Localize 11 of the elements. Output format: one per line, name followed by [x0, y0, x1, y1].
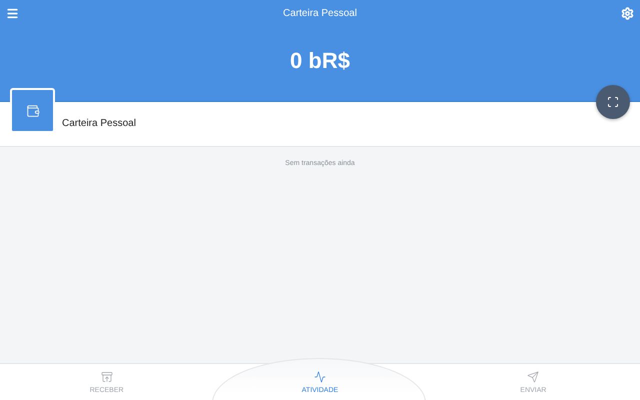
- inbox-icon: [100, 370, 113, 382]
- wallet-balance: 0 bR$: [290, 48, 350, 74]
- header-title: Carteira Pessoal: [283, 8, 357, 18]
- scan-icon: [607, 96, 619, 108]
- menu-icon: [6, 6, 19, 20]
- wallet-name: Carteira Pessoal: [62, 118, 136, 128]
- settings-button[interactable]: [620, 6, 634, 20]
- paper-plane-icon: [527, 370, 540, 382]
- wallet-card[interactable]: Carteira Pessoal: [0, 102, 640, 147]
- settings-icon: [620, 6, 634, 20]
- menu-button[interactable]: [6, 6, 19, 20]
